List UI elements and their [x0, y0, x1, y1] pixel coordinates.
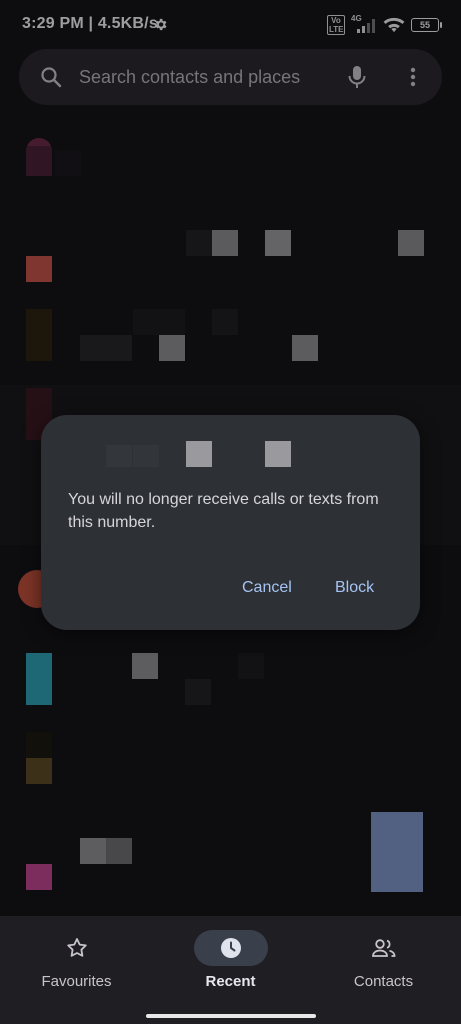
- nav-label-recent: Recent: [205, 973, 256, 990]
- dialog-title-redacted: [91, 441, 371, 481]
- people-icon: [352, 930, 416, 966]
- nav-recent[interactable]: Recent: [154, 916, 307, 1024]
- cancel-button[interactable]: Cancel: [236, 575, 298, 601]
- clock-icon: [193, 930, 268, 966]
- block-button[interactable]: Block: [329, 575, 380, 601]
- nav-label-favourites: Favourites: [41, 973, 112, 990]
- nav-contacts[interactable]: Contacts: [307, 916, 460, 1024]
- home-indicator[interactable]: [146, 1014, 316, 1018]
- block-number-dialog: You will no longer receive calls or text…: [41, 415, 420, 630]
- nav-label-contacts: Contacts: [353, 973, 414, 990]
- dialog-message: You will no longer receive calls or text…: [68, 491, 379, 531]
- nav-favourites[interactable]: Favourites: [0, 916, 153, 1024]
- star-icon: [45, 930, 109, 966]
- bottom-navigation: Favourites Recent Contacts: [0, 916, 461, 1024]
